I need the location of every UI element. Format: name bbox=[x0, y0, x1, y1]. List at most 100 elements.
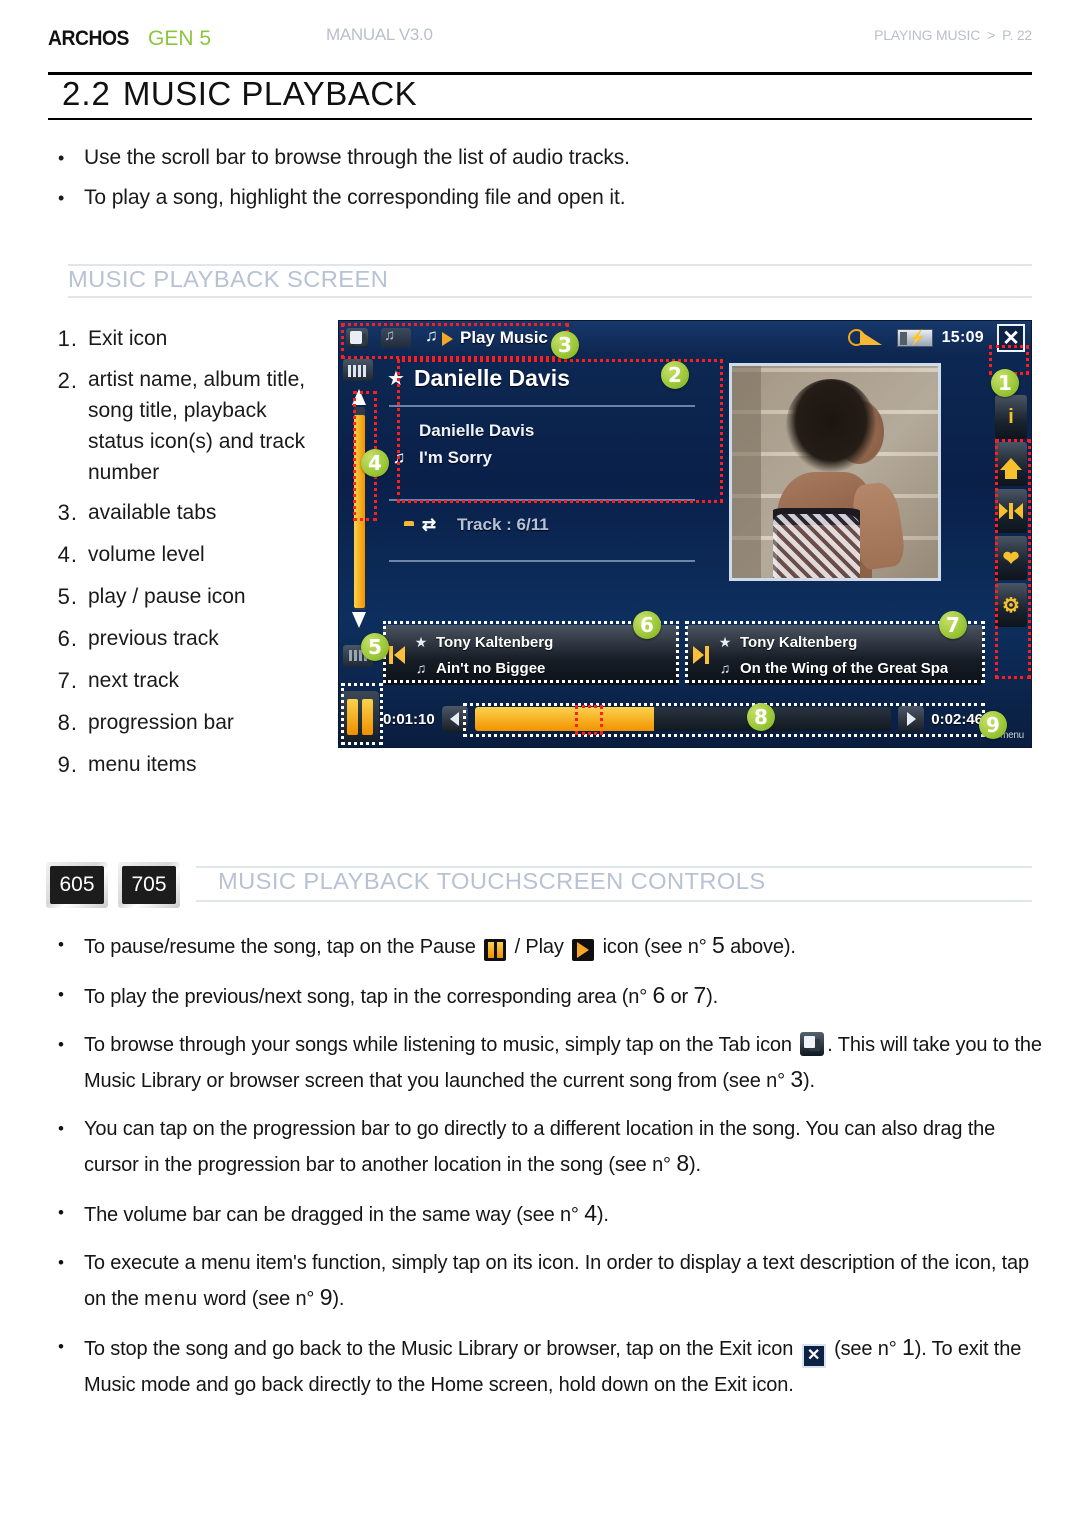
music-note-icon: ♫ bbox=[415, 660, 427, 676]
previous-track-panel[interactable]: ★ Tony Kaltenberg ♫ Ain't no Biggee bbox=[383, 625, 679, 685]
bullet-icon: • bbox=[58, 1035, 64, 1054]
list-item: • To execute a menu item's function, sim… bbox=[58, 1246, 1050, 1316]
play-music-tab-icon[interactable] bbox=[425, 326, 455, 349]
reference-number: 4 bbox=[584, 1200, 597, 1226]
play-icon bbox=[572, 939, 595, 961]
music-note-icon: ♫ bbox=[719, 660, 731, 676]
left-control-strip bbox=[341, 357, 379, 747]
section-heading-touchscreen-controls: MUSIC PLAYBACK TOUCHSCREEN CONTROLS bbox=[218, 868, 766, 894]
bullet-pause-play: To pause/resume the song, tap on the Pau… bbox=[84, 928, 796, 964]
list-item: 1. Exit icon bbox=[48, 322, 328, 356]
menu-word: menu bbox=[144, 1288, 199, 1310]
next-track-panel[interactable]: ★ Tony Kaltenberg ♫ On the Wing of the Gre… bbox=[687, 625, 983, 685]
bullet-text: / Play bbox=[514, 936, 564, 958]
bullet-text: ). bbox=[706, 986, 719, 1008]
reference-number: 6 bbox=[652, 982, 666, 1008]
music-library-tab-icon[interactable] bbox=[381, 327, 411, 348]
legend-number: 1. bbox=[57, 326, 78, 351]
prev-next-panels: ★ Tony Kaltenberg ♫ Ain't no Biggee ★ Tony … bbox=[383, 625, 983, 685]
volume-slider[interactable] bbox=[351, 389, 367, 628]
marker-7: 7 bbox=[939, 611, 967, 639]
next-track-icon[interactable] bbox=[687, 646, 715, 664]
rewind-button[interactable] bbox=[441, 706, 468, 732]
favorite-heart-icon[interactable]: ❤ bbox=[995, 536, 1027, 580]
next-track-text: ★ Tony Kaltenberg ♫ On the Wing of the Gre… bbox=[715, 629, 983, 681]
bullet-icon: • bbox=[58, 935, 64, 954]
bullet-text: To stop the song and go back to the Musi… bbox=[84, 1338, 794, 1360]
progression-bar[interactable] bbox=[474, 707, 892, 731]
bullet-icon: • bbox=[58, 148, 65, 168]
bullet-icon: • bbox=[58, 1337, 64, 1356]
bullet-text: ). bbox=[596, 1204, 609, 1226]
next-song: On the Wing of the Great Spa bbox=[740, 659, 949, 677]
bullet-text: To play the previous/next song, tap in t… bbox=[84, 986, 648, 1008]
legend-label: Exit icon bbox=[88, 327, 168, 350]
list-item: 2. artist name, album title, song title,… bbox=[48, 364, 328, 488]
list-item: • To play a song, highlight the correspo… bbox=[58, 178, 1008, 218]
bullet-text: above). bbox=[730, 936, 796, 958]
reference-number: 9 bbox=[319, 1284, 333, 1310]
list-item: • You can tap on the progression bar to … bbox=[58, 1112, 1050, 1182]
volume-down-arrow-icon[interactable] bbox=[352, 612, 366, 628]
bullet-text: To pause/resume the song, tap on the Pau… bbox=[84, 936, 476, 958]
list-item: 4. volume level bbox=[48, 538, 328, 572]
legend-number: 3. bbox=[57, 500, 78, 525]
bullet-text: The volume bar can be dragged in the sam… bbox=[84, 1204, 579, 1226]
bookmark-icon[interactable] bbox=[995, 489, 1027, 533]
exit-icon[interactable]: ✕ bbox=[997, 324, 1025, 352]
list-item: 7. next track bbox=[48, 664, 328, 698]
list-item: 9. menu items bbox=[48, 748, 328, 782]
album-art bbox=[729, 363, 941, 581]
pause-button[interactable] bbox=[341, 691, 379, 743]
list-item: • Use the scroll bar to browse through t… bbox=[58, 138, 1008, 178]
home-icon[interactable] bbox=[995, 442, 1027, 486]
list-item: • The volume bar can be dragged in the s… bbox=[58, 1196, 1050, 1232]
pause-icon bbox=[484, 939, 507, 961]
bullet-text: ). bbox=[803, 1070, 815, 1092]
controls-bullet-list: • To pause/resume the song, tap on the P… bbox=[58, 928, 1050, 1416]
legend-number: 6. bbox=[57, 626, 78, 651]
marker-3: 3 bbox=[551, 331, 579, 359]
tab-switch-icon[interactable] bbox=[346, 328, 368, 348]
bullet-icon: • bbox=[58, 1253, 64, 1272]
album-row: Danielle Davis bbox=[383, 417, 701, 444]
legend-number: 5. bbox=[57, 584, 78, 609]
section2-rule-bottom bbox=[196, 900, 1032, 902]
signal-icon bbox=[343, 359, 373, 381]
bullet-icon: • bbox=[58, 188, 65, 208]
list-item: 5. play / pause icon bbox=[48, 580, 328, 614]
track-number: Track : 6/11 bbox=[457, 514, 549, 534]
forward-button[interactable] bbox=[898, 706, 925, 732]
bullet-text: You can tap on the progression bar to go… bbox=[84, 1118, 996, 1176]
bullet-icon: • bbox=[58, 985, 64, 1004]
artist-name: Danielle Davis bbox=[413, 364, 570, 391]
status-clock: 15:09 bbox=[941, 329, 984, 346]
bullet-prev-next: To play the previous/next song, tap in t… bbox=[84, 978, 718, 1014]
info-icon[interactable]: i bbox=[995, 395, 1027, 439]
breadcrumb-section: PLAYING MUSIC bbox=[874, 27, 981, 43]
progression-fill bbox=[474, 707, 654, 731]
volume-up-arrow-icon[interactable] bbox=[352, 389, 366, 405]
reference-number: 1 bbox=[902, 1334, 915, 1360]
artist-header-row: ★ Danielle Davis bbox=[383, 361, 701, 395]
previous-song: Ain't no Biggee bbox=[436, 659, 546, 677]
legend-label: artist name, album title, song title, pl… bbox=[88, 368, 306, 484]
gen5-label: GEN 5 bbox=[148, 27, 212, 50]
settings-gear-icon[interactable]: ⚙ bbox=[995, 583, 1027, 627]
model-badges: 605 705 bbox=[46, 862, 180, 908]
page-title-text: MUSIC PLAYBACK bbox=[122, 75, 418, 112]
star-icon: ★ bbox=[387, 367, 405, 390]
list-item: • To stop the song and go back to the Mu… bbox=[58, 1330, 1050, 1402]
intro-bullet-list: • Use the scroll bar to browse through t… bbox=[58, 138, 1008, 218]
reference-number: 5 bbox=[712, 932, 725, 958]
badge-605-label: 605 bbox=[50, 866, 104, 904]
bullet-text: ). bbox=[688, 1154, 701, 1176]
list-item: • To browse through your songs while lis… bbox=[58, 1028, 1050, 1098]
bullet-text: icon (see n° bbox=[602, 936, 707, 958]
legend-label: previous track bbox=[88, 627, 219, 650]
elapsed-time: 0:01:10 bbox=[383, 710, 435, 728]
legend-number: 7. bbox=[57, 668, 78, 693]
next-artist: Tony Kaltenberg bbox=[740, 633, 858, 651]
status-indicators: 15:09 ✕ bbox=[847, 324, 1031, 352]
legend-label: progression bar bbox=[88, 711, 234, 734]
